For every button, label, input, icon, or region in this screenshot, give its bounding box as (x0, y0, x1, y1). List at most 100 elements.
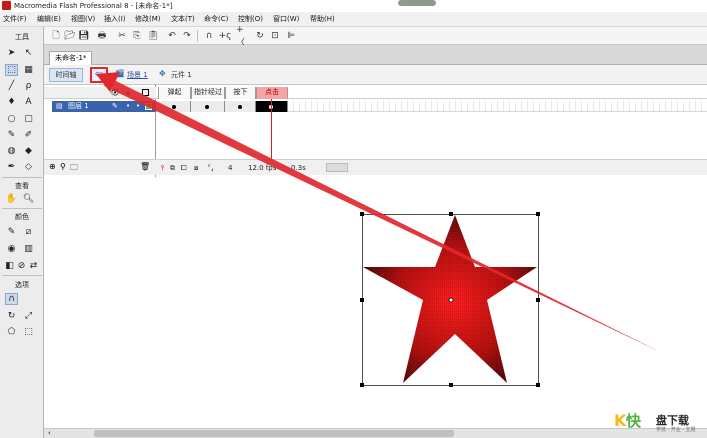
edit-multiple-frames-icon[interactable]: ⧇ (194, 164, 198, 173)
free-transform-tool-icon[interactable]: ⬚ (5, 64, 18, 76)
menu-view[interactable]: 视图(V) (71, 14, 95, 24)
snap-to-objects-icon[interactable]: ∩ (203, 30, 215, 42)
stroke-swatch-icon[interactable]: ⧄ (22, 226, 35, 238)
layer-row[interactable]: ▤ 图层 1 ✎ • • (52, 101, 156, 112)
show-hide-icon[interactable]: 👁︎ (110, 88, 120, 97)
rotate-icon[interactable]: ↻ (254, 30, 266, 42)
tools-panel: 工具 ➤ ↖ ⬚ ▦ ╱ ρ ♦ A ○ ▢ ✎ ✐ ◍ ◆ ✒ ◇ 查看 ✋ … (0, 27, 44, 438)
tools-label: 工具 (15, 33, 29, 41)
document-tab[interactable]: 未命名-1* (49, 51, 93, 65)
straighten-icon[interactable]: +〈 (236, 25, 248, 48)
menu-help[interactable]: 帮助(H) (310, 14, 335, 24)
transform-handle (536, 383, 540, 387)
state-over-label[interactable]: 指针经过 (191, 87, 225, 99)
open-file-icon[interactable]: 📂︎ (64, 30, 76, 42)
state-down-label[interactable]: 按下 (225, 87, 256, 99)
envelope-option-icon[interactable]: ⬚ (22, 326, 35, 338)
rectangle-tool-icon[interactable]: ▢ (22, 113, 35, 125)
fill-transform-tool-icon[interactable]: ▦ (22, 64, 35, 76)
onion-skin-icon[interactable]: ⧉ (170, 164, 175, 173)
menu-window[interactable]: 窗口(W) (273, 14, 299, 24)
scroll-thumb[interactable] (94, 430, 454, 437)
add-folder-icon[interactable]: 🗀︎ (70, 162, 78, 176)
fill-swatch-icon[interactable]: ▥ (22, 243, 35, 255)
timeline-toggle-button[interactable]: 时间轴 (49, 68, 83, 82)
lock-dot-icon[interactable]: • (136, 101, 140, 112)
lock-icon[interactable]: 🔒︎ (126, 88, 130, 98)
main-toolbar: 🗋︎ 📂︎ 💾︎ 🖶︎ ✂ ⎘ 📋︎ ↶ ↷ ∩ +ς +〈 ↻ ⊡ ⊫ (44, 25, 707, 48)
text-tool-icon[interactable]: A (22, 96, 35, 108)
menu-commands[interactable]: 命令(C) (204, 14, 228, 24)
eraser-tool-icon[interactable]: ◇ (22, 161, 35, 173)
eyedropper-tool-icon[interactable]: ✒ (5, 161, 18, 173)
brush-tool-icon[interactable]: ✐ (22, 129, 35, 141)
back-arrow-button[interactable]: ⇦ (90, 67, 108, 83)
scale-option-icon[interactable]: ⤢ (22, 310, 35, 322)
hand-tool-icon[interactable]: ✋ (5, 193, 18, 205)
add-layer-icon[interactable]: ⊕ (49, 162, 56, 171)
state-hit-label[interactable]: 点击 (256, 87, 288, 99)
subselect-tool-icon[interactable]: ↖ (22, 47, 35, 59)
smooth-icon[interactable]: +ς (219, 30, 232, 42)
undo-icon[interactable]: ↶ (166, 30, 178, 42)
watermark-k: K (614, 411, 627, 430)
menu-edit[interactable]: 编辑(E) (37, 14, 61, 24)
state-up-label[interactable]: 弹起 (158, 87, 191, 99)
menu-bar: 文件(F) 编辑(E) 视图(V) 插入(I) 修改(M) 文本(T) 命令(C… (0, 12, 707, 27)
scene-breadcrumb[interactable]: 场景 1 (127, 70, 148, 80)
swap-colors-icon[interactable]: ⇄ (27, 260, 40, 272)
outline-icon[interactable] (142, 89, 149, 96)
visibility-dot-icon[interactable]: • (126, 101, 130, 112)
copy-icon[interactable]: ⎘ (131, 30, 143, 42)
onion-markers-icon[interactable]: ⸢⸥ (208, 164, 213, 172)
ink-bottle-tool-icon[interactable]: ◍ (5, 145, 18, 157)
colors-label: 颜色 (15, 213, 29, 221)
keyframe-up[interactable] (158, 101, 191, 112)
pencil-tool-icon[interactable]: ✎ (5, 129, 18, 141)
scroll-left-icon[interactable]: ‹ (48, 429, 51, 437)
pen-tool-icon[interactable]: ♦ (5, 96, 18, 108)
edit-bar: 时间轴 ⇦ 🎬︎ 场景 1 ✥ 元件 1 (44, 65, 707, 85)
keyframe-hit[interactable] (256, 101, 288, 112)
center-frame-icon[interactable]: ⫯ (161, 164, 164, 173)
print-icon[interactable]: 🖶︎ (96, 30, 108, 42)
keyframe-over[interactable] (191, 101, 225, 112)
delete-layer-icon[interactable]: 🗑︎ (140, 162, 150, 171)
cut-icon[interactable]: ✂ (116, 30, 128, 42)
redo-icon[interactable]: ↷ (181, 30, 193, 42)
layer-color-swatch[interactable] (145, 103, 152, 110)
current-frame-readout: 4 (228, 164, 233, 172)
fill-color-icon[interactable]: ◉ (5, 243, 18, 255)
watermark-kuai: 快 (626, 412, 642, 430)
menu-control[interactable]: 控制(O) (238, 14, 263, 24)
align-icon[interactable]: ⊫ (285, 30, 297, 42)
rotate-skew-icon[interactable]: ↻ (5, 310, 18, 322)
scale-icon[interactable]: ⊡ (269, 30, 281, 42)
stage-horizontal-scrollbar[interactable]: ‹ (44, 428, 707, 438)
layers-column: 👁︎ 🔒︎ ▤ 图层 1 ✎ • • ⊕ ⚲ 🗀︎ 🗑︎ (44, 85, 156, 177)
menu-file[interactable]: 文件(F) (3, 14, 27, 24)
snap-magnet-icon[interactable]: ∩ (5, 293, 18, 305)
lasso-tool-icon[interactable]: ρ (22, 80, 35, 92)
line-tool-icon[interactable]: ╱ (5, 80, 18, 92)
onion-outline-icon[interactable]: ⧠ (181, 164, 187, 173)
transform-handle (360, 212, 364, 216)
distort-option-icon[interactable]: ⬠ (5, 326, 18, 338)
zoom-tool-icon[interactable]: 🔍︎ (22, 193, 35, 205)
playhead[interactable] (271, 99, 272, 159)
add-guide-layer-icon[interactable]: ⚲ (60, 162, 66, 171)
arrow-tool-icon[interactable]: ➤ (5, 47, 18, 59)
timeline-scroll-thumb[interactable] (326, 163, 348, 172)
paste-icon[interactable]: 📋︎ (147, 30, 159, 42)
new-file-icon[interactable]: 🗋︎ (50, 30, 62, 42)
menu-text[interactable]: 文本(T) (171, 14, 195, 24)
keyframe-down[interactable] (225, 101, 256, 112)
menu-insert[interactable]: 插入(I) (104, 14, 126, 24)
menu-modify[interactable]: 修改(M) (135, 14, 161, 24)
stage-canvas[interactable] (44, 177, 707, 428)
paint-bucket-tool-icon[interactable]: ◆ (22, 145, 35, 157)
oval-tool-icon[interactable]: ○ (5, 113, 18, 125)
symbol-icon: ✥ (159, 69, 166, 78)
save-icon[interactable]: 💾︎ (78, 30, 90, 42)
stroke-color-icon[interactable]: ✎ (5, 226, 18, 238)
